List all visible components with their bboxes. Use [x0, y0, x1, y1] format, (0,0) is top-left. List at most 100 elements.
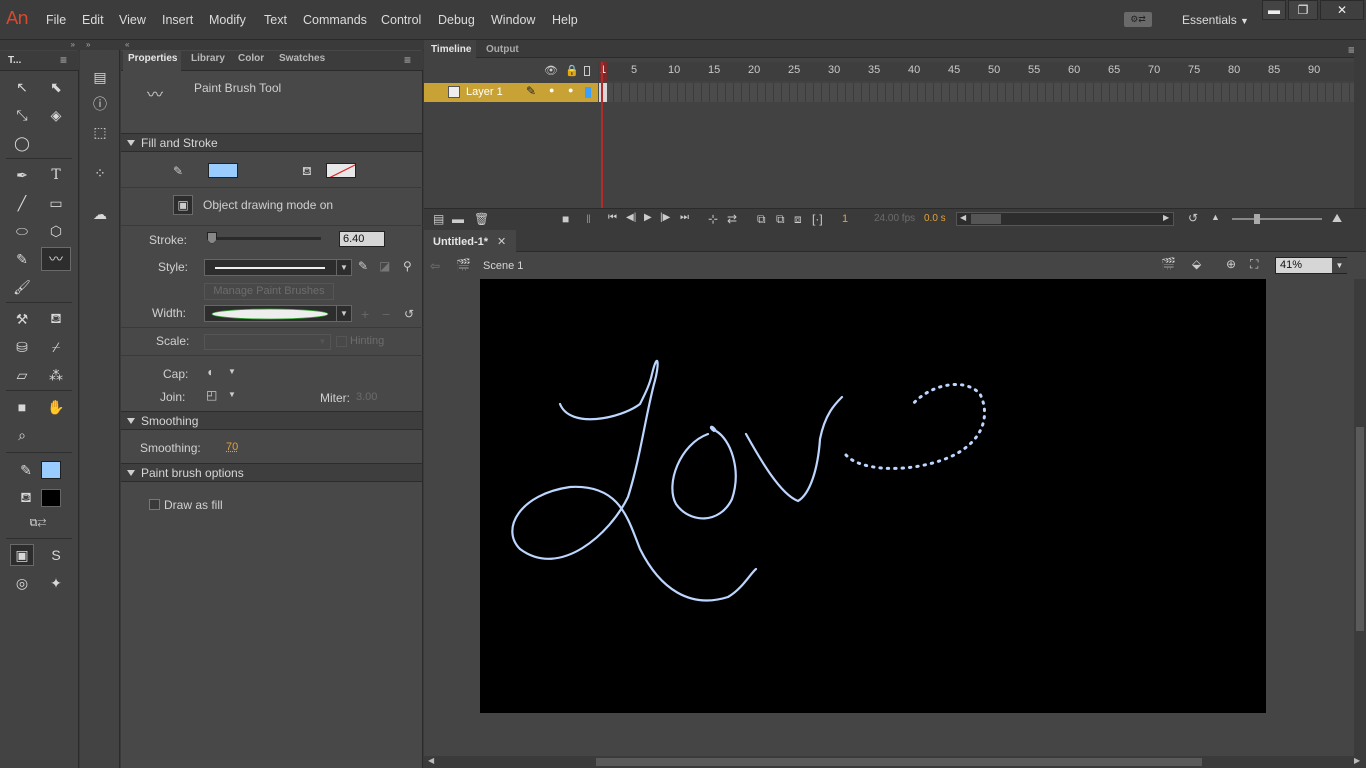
tab-color[interactable]: Color [238, 53, 264, 64]
tab-library[interactable]: Library [191, 53, 225, 64]
subselection-tool-icon[interactable]: ⬉ [44, 76, 68, 98]
menu-help[interactable]: Help [552, 13, 578, 27]
free-transform-tool-icon[interactable]: ⤡ [10, 104, 34, 126]
width-tool-icon[interactable]: ⁂ [44, 364, 68, 386]
stroke-slider-thumb[interactable] [207, 232, 217, 244]
brush-library-icon[interactable]: ◪ [379, 259, 390, 273]
new-folder-icon[interactable]: ▬ [452, 212, 464, 226]
transform-panel-icon[interactable]: ⬚ [88, 121, 112, 143]
sync-settings-icon[interactable]: ⚙⇄ [1124, 12, 1152, 27]
prev-frame-icon[interactable]: ◀| [626, 212, 636, 223]
scroll-left-icon[interactable]: ◀ [428, 756, 434, 765]
visibility-dot[interactable]: ● [549, 85, 554, 95]
brush-options-icon[interactable]: ⚲ [403, 259, 412, 273]
restore-button[interactable]: ❐ [1288, 0, 1318, 20]
cc-libraries-icon[interactable]: ☁ [88, 203, 112, 225]
elapsed-time[interactable]: 0.0 s [924, 213, 946, 224]
menu-modify[interactable]: Modify [209, 13, 246, 27]
collapse-icon[interactable]: » [0, 40, 79, 50]
outline-color-box[interactable] [585, 87, 591, 98]
3d-rotation-tool-icon[interactable]: ◈ [44, 104, 68, 126]
menu-edit[interactable]: Edit [82, 13, 104, 27]
selection-tool-icon[interactable]: ↖ [10, 76, 34, 98]
reset-width-icon[interactable]: ↺ [404, 307, 414, 321]
scale-dropdown[interactable]: ▼ [204, 334, 331, 350]
layer-name[interactable]: Layer 1 [466, 86, 503, 98]
hand-tool-icon[interactable]: ✋ [44, 396, 68, 418]
smoothing-value[interactable]: 70 [226, 441, 238, 453]
brush-tool-icon[interactable]: 🖌 [10, 276, 34, 298]
add-width-icon[interactable]: + [361, 306, 369, 322]
paint-brush-tool-icon[interactable]: 〰 [41, 247, 71, 271]
doc-tab[interactable]: Untitled-1* [433, 236, 488, 248]
stroke-slider-track[interactable] [207, 237, 321, 240]
scroll-left-icon[interactable]: ◀ [960, 213, 966, 222]
edit-scene-icon[interactable]: 🎬 [1161, 257, 1176, 271]
smoothing-section[interactable]: Smoothing [121, 411, 422, 430]
hinting-checkbox[interactable] [336, 336, 347, 347]
lock-dot[interactable]: ● [568, 85, 573, 95]
frame-size-thumb[interactable] [1254, 214, 1260, 224]
zoom-out-frames-icon[interactable]: ▲ [1211, 212, 1220, 222]
zoom-in-frames-icon[interactable]: ⛰ [1332, 211, 1342, 226]
chevron-down-icon[interactable]: ▼ [228, 390, 236, 399]
minimize-button[interactable]: ▬ [1262, 0, 1286, 20]
menu-file[interactable]: File [46, 13, 66, 27]
paint-bucket-icon[interactable]: ⛾ [44, 308, 68, 330]
manage-paint-brushes-button[interactable]: Manage Paint Brushes [204, 283, 334, 300]
close-tab-icon[interactable]: ✕ [497, 235, 506, 248]
style-dropdown[interactable]: ▼ [204, 259, 352, 276]
frames-row[interactable] [598, 83, 1366, 102]
pressure-icon[interactable]: ◎ [10, 572, 34, 594]
frame-size-slider[interactable] [1232, 218, 1322, 220]
stroke-color-swatch[interactable] [208, 163, 238, 178]
zoom-tool-icon[interactable]: ⌕ [10, 424, 34, 446]
brush-options-section[interactable]: Paint brush options [121, 463, 422, 482]
timeline-scrollbar[interactable] [1354, 40, 1366, 208]
delete-icon[interactable]: 🗑 [474, 212, 489, 226]
snap-icon[interactable]: S [44, 544, 68, 566]
pen-tool-icon[interactable]: ✒ [10, 164, 34, 186]
zoom-dropdown[interactable]: 41% ▼ [1275, 257, 1347, 274]
stage-hscroll[interactable]: ◀ ▶ [424, 756, 1366, 768]
vscroll-thumb[interactable] [1356, 427, 1364, 631]
panel-menu-icon[interactable]: ≡ [60, 53, 67, 67]
tab-swatches[interactable]: Swatches [279, 53, 325, 64]
eyedropper-icon[interactable]: ⌿ [44, 336, 68, 358]
tab-properties[interactable]: Properties [128, 53, 177, 64]
edit-stroke-style-icon[interactable]: ✎ [358, 259, 368, 273]
collapse-icon[interactable]: « [121, 40, 423, 50]
menu-commands[interactable]: Commands [303, 13, 367, 27]
scene-breadcrumb[interactable]: Scene 1 [483, 260, 523, 272]
fill-color-swatch[interactable] [41, 489, 61, 507]
cap-round-icon[interactable]: ◖ [206, 365, 213, 379]
eraser-tool-icon[interactable]: ▱ [10, 364, 34, 386]
clip-content-icon[interactable]: ⛶ [1250, 257, 1258, 272]
lock-icon[interactable]: 🔒 [565, 64, 579, 77]
onion-outline-icon[interactable]: ⧉ [776, 212, 785, 227]
object-drawing-icon[interactable]: ▣ [10, 544, 34, 566]
loop-icon[interactable]: ⇄ [727, 212, 737, 226]
stroke-value-input[interactable]: 6.40 [339, 231, 385, 247]
layer-row[interactable]: Layer 1 ✎ ● ● [424, 83, 598, 102]
join-round-icon[interactable]: ◰ [206, 388, 217, 402]
pencil-tool-icon[interactable]: ✎ [10, 248, 34, 270]
next-frame-icon[interactable]: |▶ [660, 212, 670, 223]
first-frame-icon[interactable]: ⏮ [608, 212, 617, 223]
rectangle-tool-icon[interactable]: ▭ [44, 192, 68, 214]
play-icon[interactable]: ▶ [644, 212, 652, 223]
center-stage-icon[interactable]: ⊕ [1226, 257, 1236, 271]
menu-control[interactable]: Control [381, 13, 421, 27]
hscroll-thumb[interactable] [596, 758, 1202, 766]
timeline-hscroll[interactable]: ◀ ▶ [956, 212, 1174, 226]
fill-stroke-section[interactable]: Fill and Stroke [121, 133, 422, 152]
camera-icon[interactable]: ■ [562, 212, 569, 226]
current-frame[interactable]: 1 [842, 213, 848, 225]
last-frame-icon[interactable]: ⏭ [680, 212, 689, 223]
scroll-thumb[interactable] [971, 214, 1001, 224]
modify-markers-icon[interactable]: [·] [812, 212, 823, 226]
ink-bottle-icon[interactable]: ⛁ [10, 336, 34, 358]
menu-text[interactable]: Text [264, 13, 287, 27]
edit-symbols-icon[interactable]: ⬙ [1192, 257, 1201, 271]
text-tool-icon[interactable]: T [44, 164, 68, 186]
